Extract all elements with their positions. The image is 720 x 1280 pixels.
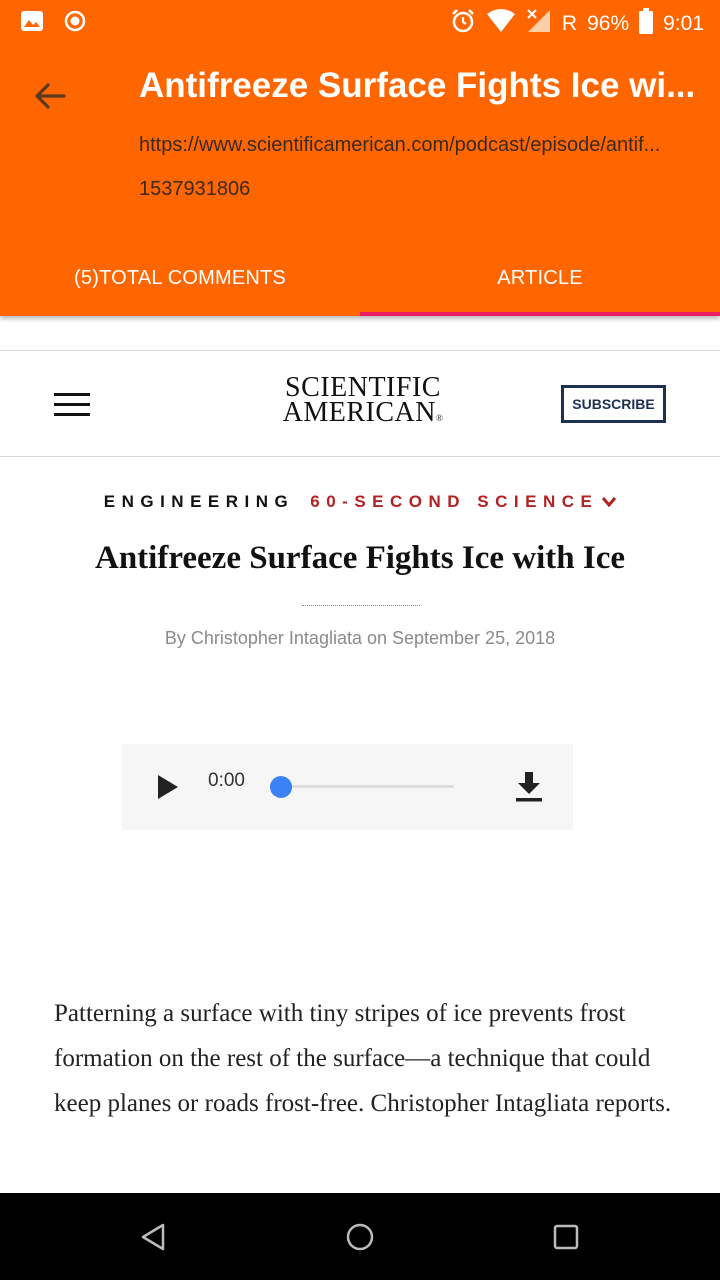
tab-article[interactable]: ARTICLE bbox=[360, 240, 720, 316]
recents-icon[interactable] bbox=[550, 1221, 582, 1253]
download-icon[interactable] bbox=[514, 770, 544, 804]
play-icon[interactable] bbox=[156, 774, 180, 800]
player-seek-knob[interactable] bbox=[270, 776, 292, 798]
status-bar: R 96% 9:01 bbox=[0, 0, 720, 44]
menu-icon[interactable] bbox=[54, 393, 90, 417]
wifi-icon bbox=[486, 9, 516, 39]
webview: SCIENTIFIC AMERICAN® SUBSCRIBE ENGINEERI… bbox=[0, 316, 720, 1193]
article-kicker: ENGINEERING 60-SECOND SCIENCE bbox=[0, 492, 720, 512]
back-button[interactable] bbox=[26, 72, 74, 120]
logo-line2: AMERICAN bbox=[282, 397, 436, 428]
site-header: SCIENTIFIC AMERICAN® SUBSCRIBE bbox=[0, 350, 720, 457]
tab-bar: (5)TOTAL COMMENTS ARTICLE bbox=[0, 240, 720, 316]
signal-label: R bbox=[561, 12, 578, 35]
player-track[interactable] bbox=[280, 785, 454, 788]
back-icon[interactable] bbox=[137, 1221, 169, 1253]
navigation-bar bbox=[0, 1193, 720, 1280]
app-bar: Antifreeze Surface Fights Ice wi... http… bbox=[0, 44, 720, 316]
kicker-60-second-science[interactable]: 60-SECOND SCIENCE bbox=[310, 492, 598, 511]
arrow-left-icon bbox=[35, 83, 66, 109]
home-icon[interactable] bbox=[344, 1221, 376, 1253]
image-icon bbox=[20, 10, 44, 37]
article-byline: By Christopher Intagliata on September 2… bbox=[164, 628, 556, 648]
article-body: Patterning a surface with tiny stripes o… bbox=[54, 1000, 672, 1117]
tab-total-comments[interactable]: (5)TOTAL COMMENTS bbox=[0, 240, 360, 316]
kicker-engineering[interactable]: ENGINEERING bbox=[104, 492, 295, 511]
clock: 9:01 bbox=[663, 12, 704, 35]
record-icon bbox=[64, 10, 86, 37]
divider bbox=[302, 605, 420, 606]
battery-percent: 96% bbox=[587, 12, 630, 35]
signal-icon bbox=[526, 9, 552, 39]
page-title: Antifreeze Surface Fights Ice wi... bbox=[139, 66, 696, 105]
chevron-down-icon[interactable] bbox=[598, 494, 617, 510]
battery-icon bbox=[639, 8, 654, 40]
page-url: https://www.scientificamerican.com/podca… bbox=[139, 134, 661, 156]
audio-player: 0:00 bbox=[122, 744, 573, 830]
subscribe-button[interactable]: SUBSCRIBE bbox=[561, 385, 666, 423]
logo-mark: ® bbox=[436, 413, 444, 423]
site-logo[interactable]: SCIENTIFIC AMERICAN® bbox=[268, 374, 458, 431]
player-time: 0:00 bbox=[208, 770, 245, 791]
article-headline: Antifreeze Surface Fights Ice with Ice bbox=[95, 540, 625, 576]
page-id: 1537931806 bbox=[139, 178, 251, 200]
alarm-icon bbox=[450, 8, 476, 40]
